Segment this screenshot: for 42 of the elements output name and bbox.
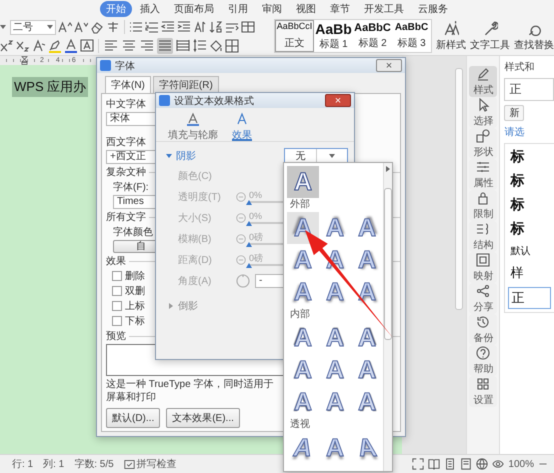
- group-label: 所有文字: [106, 210, 146, 224]
- document-text: WPS 应用办: [12, 77, 88, 97]
- style-name: 标题 3: [397, 36, 426, 50]
- field-label: 字体(F):: [113, 180, 149, 194]
- panel-title: 样式和: [504, 60, 536, 74]
- panel-prompt: 请选: [504, 126, 526, 139]
- style-name: 标题 2: [358, 36, 387, 50]
- field-label: 字体颜色: [113, 226, 153, 239]
- checkbox-label: 上标: [125, 300, 145, 313]
- style-sample: AaBbCcI: [276, 22, 312, 32]
- option-label: 距离(D): [178, 254, 213, 266]
- status-text: 行: 1: [12, 458, 34, 471]
- group-label: 预览: [106, 330, 126, 343]
- field-label: 中文字体: [106, 98, 146, 111]
- style-name: 标题 1: [319, 38, 348, 52]
- group-heading: 内部: [289, 308, 311, 322]
- slider-reading: 0%: [249, 212, 264, 220]
- status-text: 字数: 5/5: [74, 458, 114, 471]
- checkbox-label: 双删: [125, 285, 145, 298]
- option-label: 大小(S): [178, 212, 212, 224]
- status-text: 列: 1: [43, 458, 64, 471]
- font-description: 这是一种 TrueType 字体，同时适用于屏幕和打印: [106, 379, 274, 404]
- style-name: 正文: [284, 36, 304, 50]
- field-label: 西文字体: [106, 136, 146, 149]
- group-label: 复杂文种: [106, 166, 146, 179]
- style-sample: AaBbC: [354, 22, 391, 34]
- style-sample: AaBb: [315, 22, 352, 38]
- group-heading: 透视: [289, 418, 311, 432]
- dialog-title: 字体: [115, 60, 136, 72]
- slider-reading: 0磅: [249, 254, 264, 262]
- option-label: 角度(A): [178, 274, 212, 288]
- option-label: 模糊(B): [178, 232, 212, 246]
- slider-reading: 0磅: [249, 232, 264, 242]
- group-heading: 外部: [289, 198, 311, 212]
- dialog-title: 设置文本效果格式: [174, 94, 255, 108]
- option-label: 颜色(C): [178, 170, 213, 182]
- style-sample: AaBbC: [394, 22, 428, 33]
- group-label: 效果: [106, 255, 126, 268]
- checkbox-label: 下标: [125, 314, 145, 328]
- slider-reading: 0%: [249, 190, 264, 200]
- checkbox-label: 删除: [125, 270, 145, 283]
- option-label: 透明度(T): [178, 190, 222, 204]
